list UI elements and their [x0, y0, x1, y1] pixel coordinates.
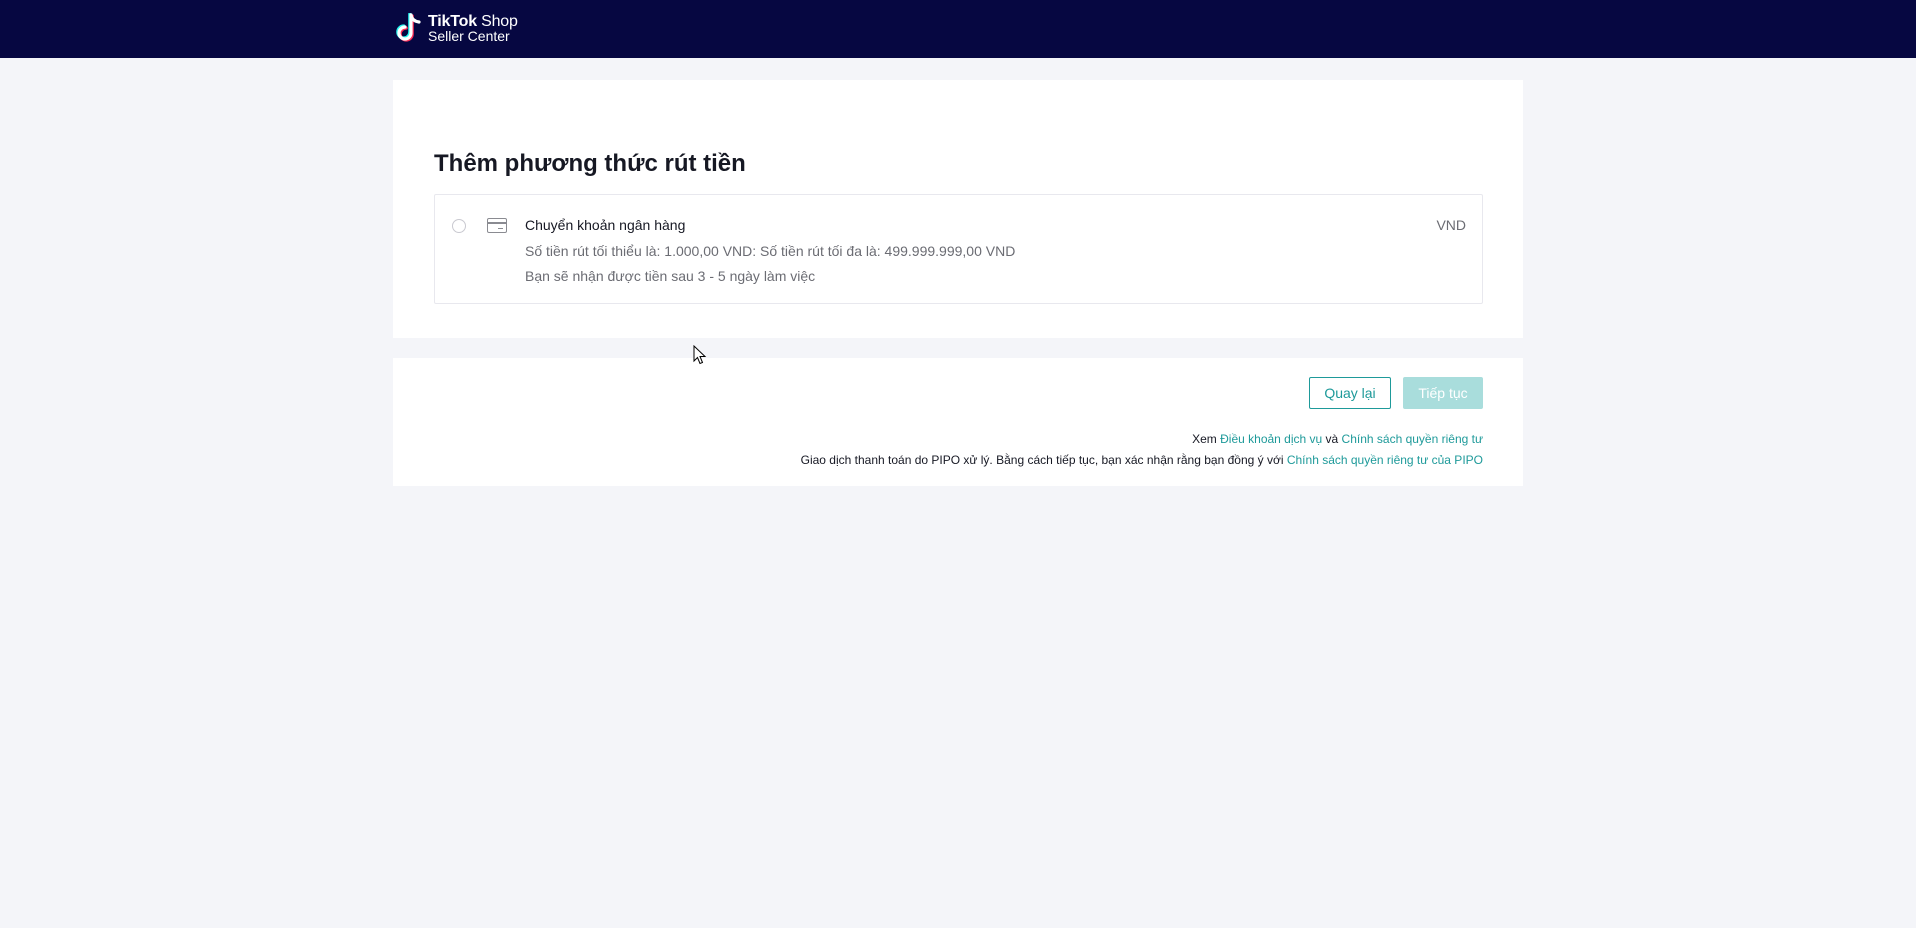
brand-text: TikTok Shop Seller Center [428, 14, 518, 44]
page-title: Thêm phương thức rút tiền [434, 150, 746, 177]
brand-subtitle: Seller Center [428, 28, 510, 44]
top-navigation-bar: TikTok Shop Seller Center [0, 0, 1916, 58]
method-limits: Số tiền rút tối thiểu là: 1.000,00 VND: … [525, 243, 1016, 259]
brand-title: TikTok Shop [428, 14, 518, 30]
terms-and: và [1322, 432, 1342, 446]
back-button[interactable]: Quay lại [1309, 377, 1391, 409]
terms-notice: Xem Điều khoản dịch vụ và Chính sách quy… [801, 429, 1483, 471]
withdrawal-method-card: Thêm phương thức rút tiền Chuyển khoản n… [393, 80, 1523, 338]
privacy-policy-link[interactable]: Chính sách quyền riêng tư [1342, 432, 1483, 446]
payment-method-option[interactable]: Chuyển khoản ngân hàng Số tiền rút tối t… [434, 194, 1483, 304]
mouse-cursor-icon [693, 344, 707, 370]
action-footer: Quay lại Tiếp tục Xem Điều khoản dịch vụ… [393, 358, 1523, 486]
terms-line-1: Xem Điều khoản dịch vụ và Chính sách quy… [801, 429, 1483, 450]
tiktok-note-icon [394, 12, 422, 45]
terms-prefix: Xem [1192, 432, 1221, 446]
pipo-privacy-policy-link[interactable]: Chính sách quyền riêng tư của PIPO [1287, 453, 1483, 467]
terms-of-service-link[interactable]: Điều khoản dịch vụ [1220, 432, 1322, 446]
continue-button[interactable]: Tiếp tục [1403, 377, 1483, 409]
terms-line-2: Giao dịch thanh toán do PIPO xử lý. Bằng… [801, 450, 1483, 471]
method-radio-button[interactable] [452, 219, 466, 233]
method-name: Chuyển khoản ngân hàng [525, 217, 686, 233]
pipo-notice-text: Giao dịch thanh toán do PIPO xử lý. Bằng… [800, 453, 1287, 467]
method-currency: VND [1436, 217, 1466, 233]
tiktok-shop-logo[interactable]: TikTok Shop Seller Center [394, 12, 518, 45]
credit-card-icon [487, 218, 507, 233]
method-processing-time: Bạn sẽ nhận được tiền sau 3 - 5 ngày làm… [525, 268, 816, 284]
